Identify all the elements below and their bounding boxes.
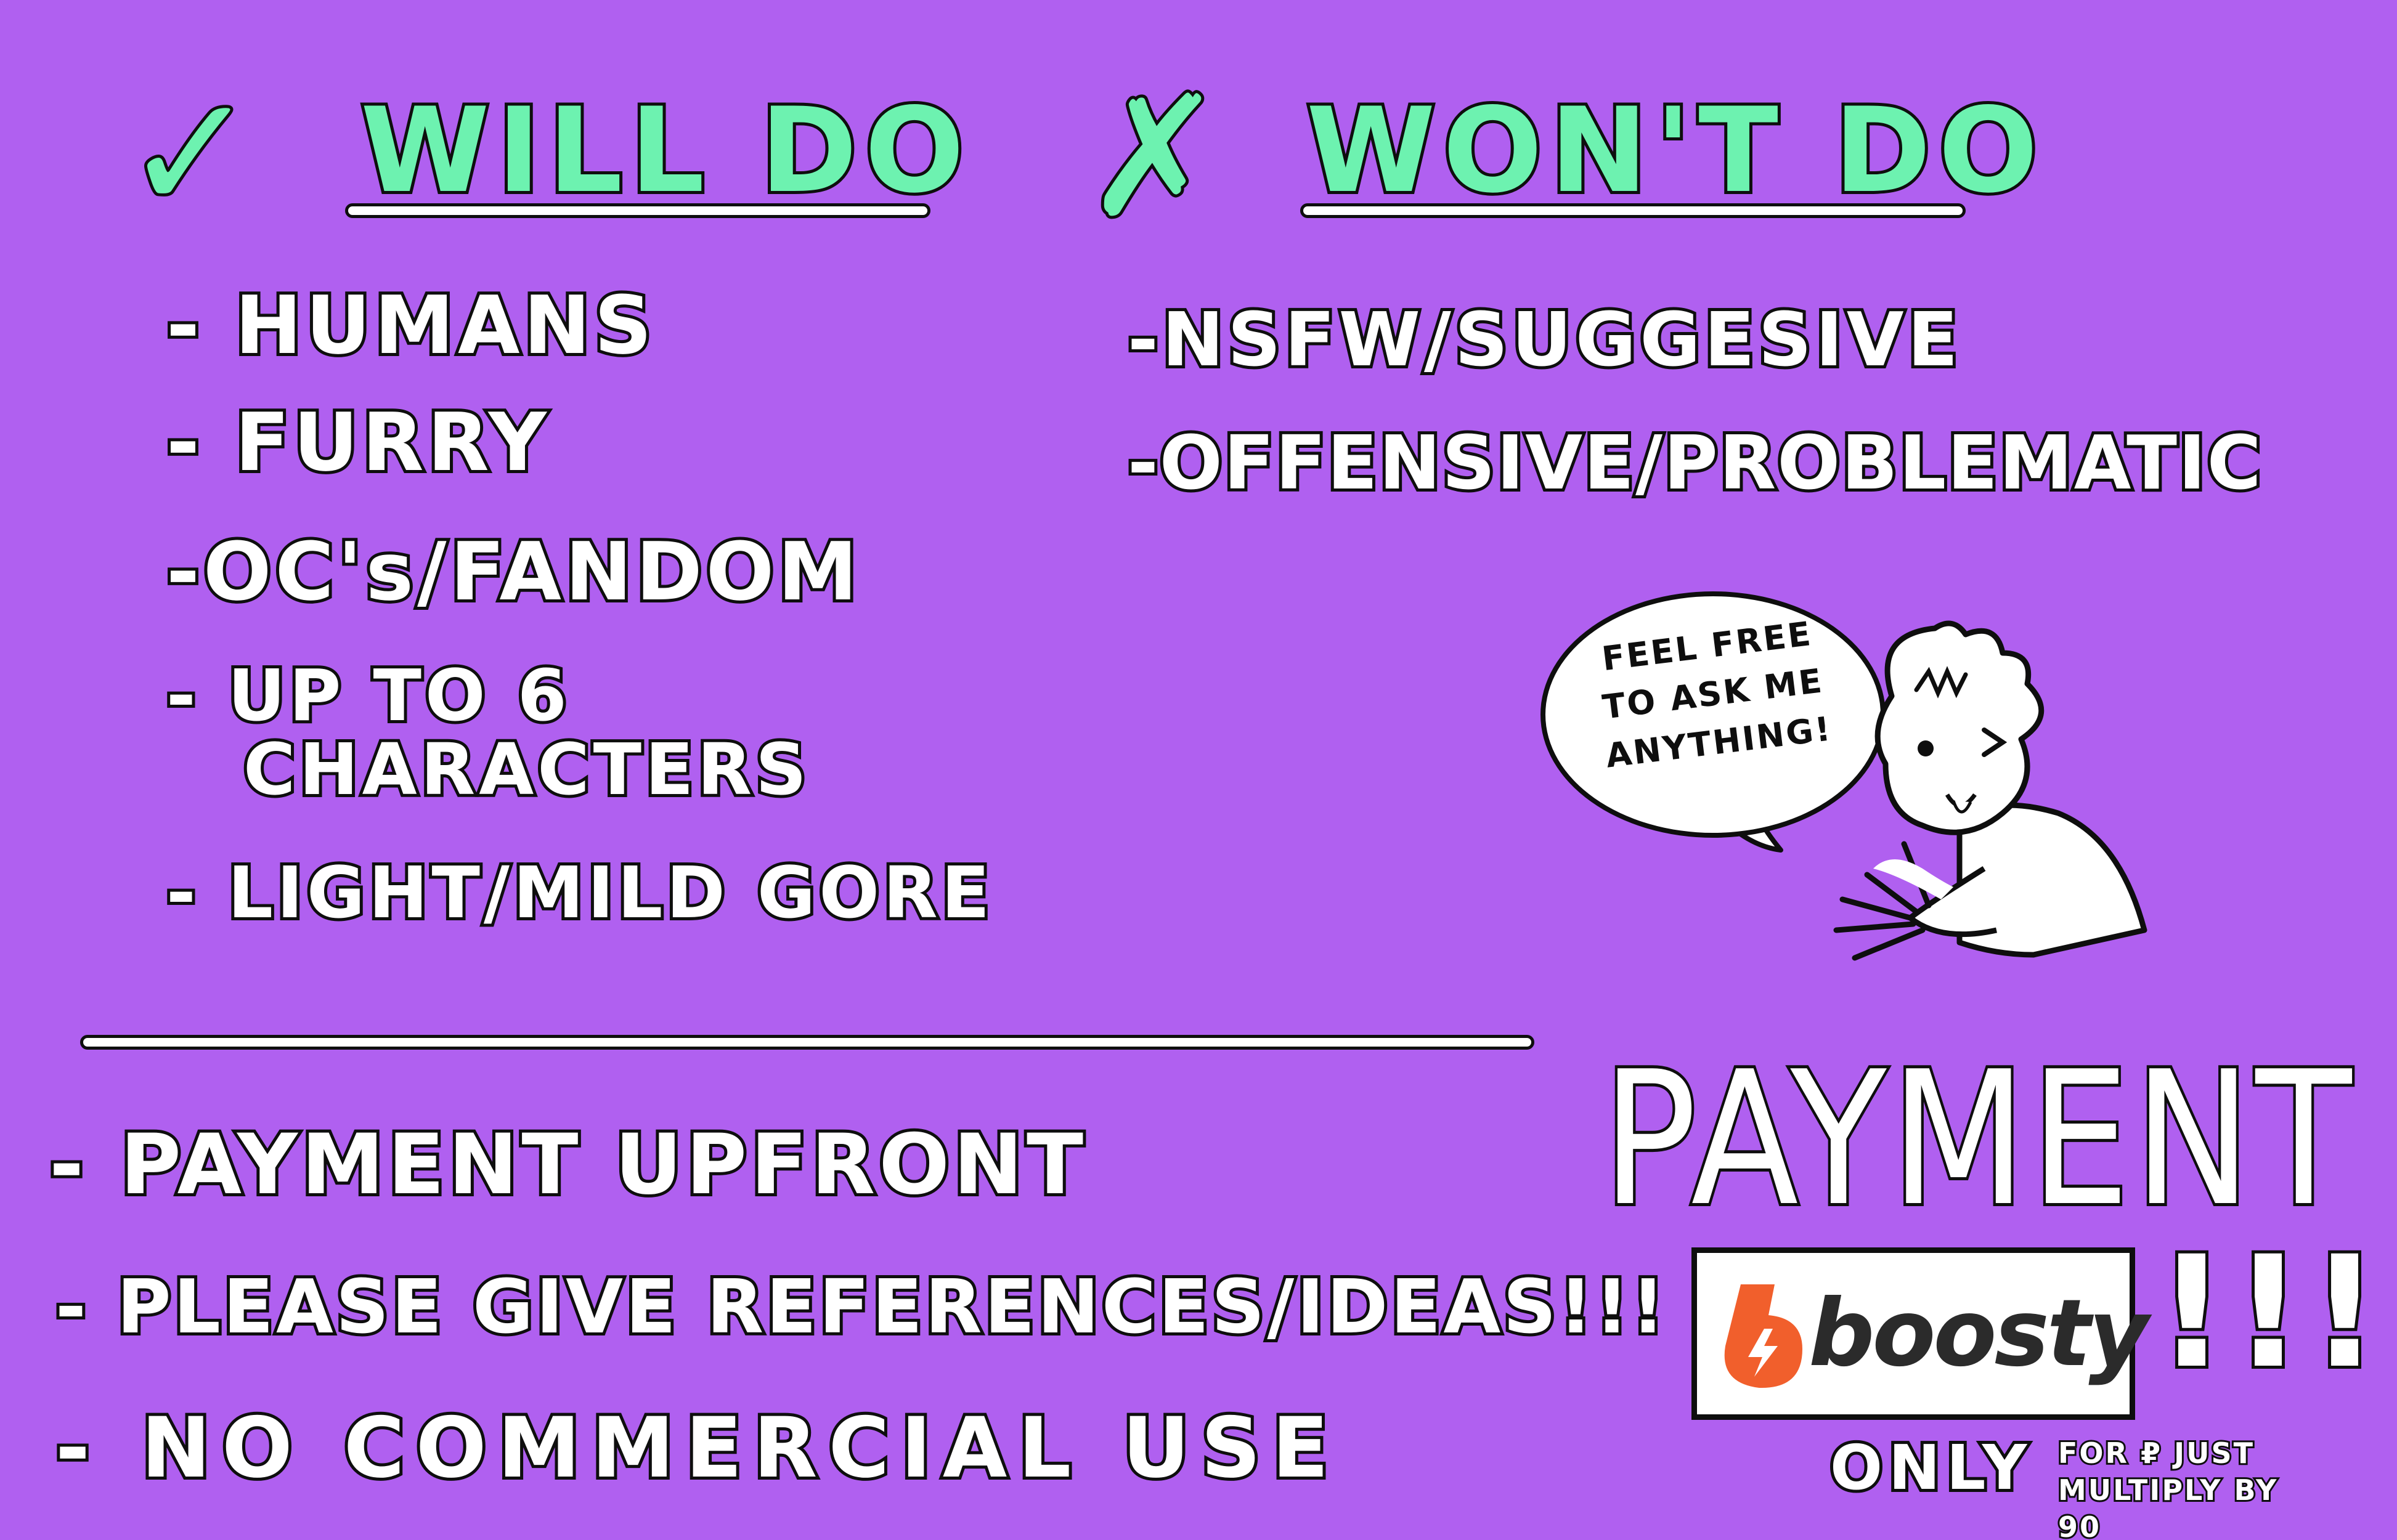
boosty-logo-icon xyxy=(1724,1284,1802,1388)
will-do-underline xyxy=(345,203,930,218)
rule-references: - PLEASE GIVE REFERENCES/IDEAS!!! xyxy=(52,1265,1668,1350)
payment-ruble-note: FOR ₽ JUST MULTIPLY BY 90 xyxy=(2056,1435,2279,1540)
will-do-item-ocs-fandom: -OC's/FANDOM xyxy=(163,525,861,618)
will-do-item-humans: - HUMANS xyxy=(163,278,656,372)
will-do-item-gore: - LIGHT/MILD GORE xyxy=(163,852,994,934)
wont-do-title: WON'T DO xyxy=(1303,83,2046,219)
wont-do-item-offensive: -OFFENSIVE/PROBLEMATIC xyxy=(1125,421,2265,506)
will-do-item-furry: - FURRY xyxy=(163,395,550,489)
payment-exclaim: !!! xyxy=(2154,1223,2387,1402)
will-do-item-characters: CHARACTERS xyxy=(240,729,810,811)
section-divider xyxy=(80,1035,1534,1050)
check-icon: ✓ xyxy=(120,61,261,247)
waving-character-icon xyxy=(1833,620,2147,961)
payment-only: ONLY xyxy=(1827,1432,2033,1504)
rule-no-commercial: - NO COMMERCIAL USE xyxy=(52,1400,1340,1496)
will-do-item-up-to-6: - UP TO 6 xyxy=(163,655,571,737)
will-do-title: WILL DO xyxy=(357,83,972,219)
payment-title: PAYMENT xyxy=(1600,1032,2356,1247)
commission-sheet: ✓ WILL DO ✗ WON'T DO - HUMANS - FURRY -O… xyxy=(0,0,2397,1540)
cross-icon: ✗ xyxy=(1081,60,1227,254)
rule-payment-upfront: - PAYMENT UPFRONT xyxy=(46,1116,1088,1213)
wont-do-item-nsfw: -NSFW/SUGGESIVE xyxy=(1125,298,1962,383)
wont-do-underline xyxy=(1300,203,1966,218)
boosty-wordmark: boosty xyxy=(1809,1280,2149,1387)
